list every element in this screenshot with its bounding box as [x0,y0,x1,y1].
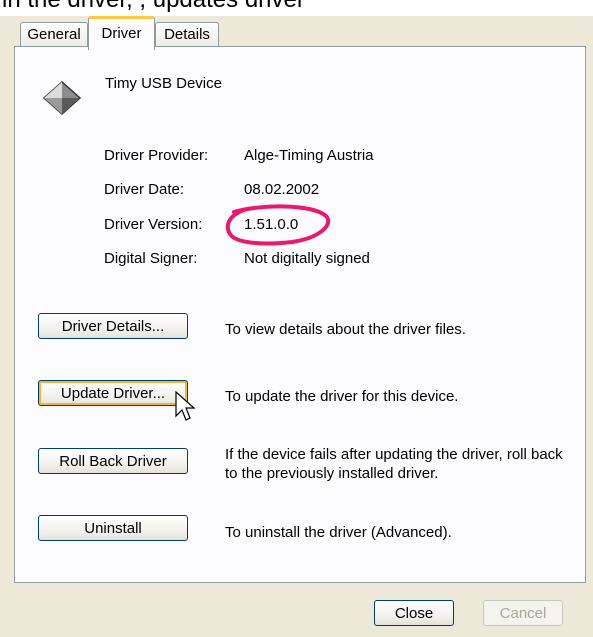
driver-details-button[interactable]: Driver Details... [38,313,188,339]
update-driver-button[interactable]: Update Driver... [38,380,188,406]
tab-driver[interactable]: Driver [88,16,155,50]
version-highlight-circle [225,204,330,246]
driver-details-description: To view details about the driver files. [225,321,466,338]
update-driver-description: To update the driver for this device. [225,388,459,405]
driver-date-label: Driver Date: [104,181,185,198]
mouse-pointer-icon [175,390,196,421]
roll-back-driver-description: If the device fails after updating the d… [225,446,563,482]
usb-device-diamond-icon [42,80,82,116]
digital-signer-label: Digital Signer: [104,250,198,267]
driver-provider-label: Driver Provider: [104,147,209,164]
close-button[interactable]: Close [374,600,454,626]
driver-version-label: Driver Version: [104,216,203,233]
tab-general[interactable]: General [20,22,88,47]
driver-provider-value: Alge-Timing Austria [244,147,374,164]
digital-signer-value: Not digitally signed [244,250,370,267]
cancel-button[interactable]: Cancel [483,600,563,626]
cropped-heading-strip: in the driver, , updates driver [0,0,593,16]
cropped-heading-text: in the driver, , updates driver [2,0,305,14]
uninstall-description: To uninstall the driver (Advanced). [225,524,452,541]
driver-date-value: 08.02.2002 [244,181,320,198]
device-name: Timy USB Device [105,75,222,92]
roll-back-driver-button[interactable]: Roll Back Driver [38,448,188,474]
tab-details[interactable]: Details [155,22,219,47]
uninstall-button[interactable]: Uninstall [38,515,188,541]
